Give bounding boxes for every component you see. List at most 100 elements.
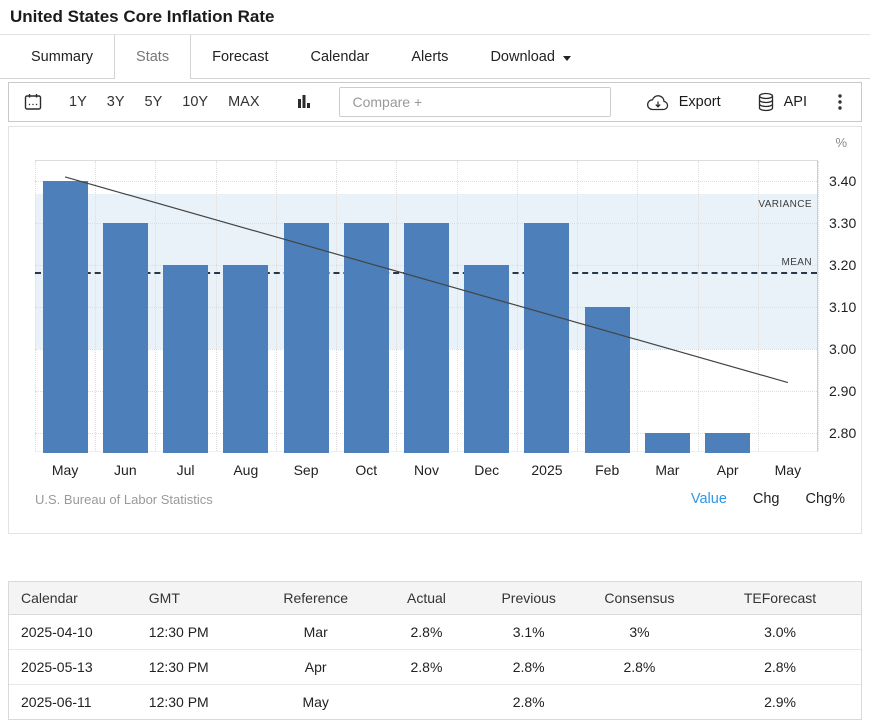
cell-teforecast: 3.0%	[699, 615, 861, 650]
cell-actual: 2.8%	[375, 615, 477, 650]
chart-footer: U.S. Bureau of Labor Statistics Value Chg…	[35, 491, 845, 507]
mean-label: MEAN	[782, 257, 813, 268]
page-title: United States Core Inflation Rate	[10, 7, 860, 27]
export-button[interactable]: Export	[646, 93, 721, 111]
x-axis-label-may: May	[52, 462, 78, 478]
tab-download[interactable]: Download	[469, 35, 592, 79]
chart-source-attribution: U.S. Bureau of Labor Statistics	[35, 492, 213, 507]
tab-calendar[interactable]: Calendar	[290, 35, 391, 79]
chart-plot-area[interactable]: 3.403.303.203.103.002.902.80VARIANCEMEAN…	[35, 160, 818, 452]
table-row[interactable]: 2025-04-1012:30 PMMar2.8%3.1%3%3.0%	[9, 615, 861, 650]
cell-consensus	[580, 685, 699, 720]
x-axis-label-apr: Apr	[717, 462, 739, 478]
cell-actual	[375, 685, 477, 720]
cell-calendar: 2025-04-10	[9, 615, 137, 650]
x-axis-label-aug: Aug	[233, 462, 258, 478]
x-axis-label-dec: Dec	[474, 462, 499, 478]
cell-previous: 2.8%	[478, 650, 580, 685]
chart-card: % 3.403.303.203.103.002.902.80VARIANCEME…	[8, 126, 862, 534]
x-axis-label-may: May	[775, 462, 801, 478]
tab-bar: Summary Stats Forecast Calendar Alerts Downlo…	[0, 35, 870, 79]
cell-reference: May	[256, 685, 375, 720]
chart-type-button[interactable]	[295, 93, 313, 111]
column-header-actual: Actual	[375, 582, 477, 615]
compare-input[interactable]	[339, 87, 611, 117]
api-label: API	[784, 94, 807, 110]
x-axis-label-sep: Sep	[294, 462, 319, 478]
x-axis-label-jul: Jul	[177, 462, 195, 478]
tab-label: Stats	[136, 49, 169, 65]
x-axis-label-nov: Nov	[414, 462, 439, 478]
cell-gmt: 12:30 PM	[137, 615, 256, 650]
api-button[interactable]: API	[757, 92, 807, 112]
cell-reference: Mar	[256, 615, 375, 650]
tab-stats[interactable]: Stats	[114, 35, 191, 79]
cell-reference: Apr	[256, 650, 375, 685]
table-row[interactable]: 2025-05-1312:30 PMApr2.8%2.8%2.8%2.8%	[9, 650, 861, 685]
x-axis-label-2025: 2025	[531, 462, 562, 478]
cell-calendar: 2025-05-13	[9, 650, 137, 685]
tab-summary[interactable]: Summary	[10, 35, 114, 79]
tab-alerts[interactable]: Alerts	[390, 35, 469, 79]
y-tick-label: 3.40	[829, 173, 856, 189]
range-button-5y[interactable]: 5Y	[141, 92, 167, 112]
mode-value[interactable]: Value	[691, 491, 727, 507]
cell-previous: 3.1%	[478, 615, 580, 650]
range-button-max[interactable]: MAX	[224, 92, 263, 112]
cell-gmt: 12:30 PM	[137, 650, 256, 685]
tab-forecast[interactable]: Forecast	[191, 35, 289, 79]
series-mode-switcher: Value Chg Chg%	[691, 491, 845, 507]
column-header-teforecast: TEForecast	[699, 582, 861, 615]
table-body: 2025-04-1012:30 PMMar2.8%3.1%3%3.0%2025-…	[9, 615, 861, 720]
cell-previous: 2.8%	[478, 685, 580, 720]
cell-teforecast: 2.8%	[699, 650, 861, 685]
export-label: Export	[679, 94, 721, 110]
column-header-consensus: Consensus	[580, 582, 699, 615]
cell-consensus: 3%	[580, 615, 699, 650]
calendar-table-card: CalendarGMTReferenceActualPreviousConsen…	[8, 581, 862, 720]
tab-label: Summary	[31, 49, 93, 65]
cell-calendar: 2025-06-11	[9, 685, 137, 720]
tab-label: Calendar	[311, 49, 370, 65]
tab-label: Alerts	[411, 49, 448, 65]
y-tick-label: 3.30	[829, 215, 856, 231]
bar-chart-icon	[295, 93, 313, 111]
variance-label: VARIANCE	[758, 199, 812, 210]
tab-label: Download	[490, 49, 555, 65]
trend-line	[35, 161, 818, 453]
cell-gmt: 12:30 PM	[137, 685, 256, 720]
column-header-gmt: GMT	[137, 582, 256, 615]
database-icon	[757, 92, 775, 112]
cell-teforecast: 2.9%	[699, 685, 861, 720]
table-header-row: CalendarGMTReferenceActualPreviousConsen…	[9, 582, 861, 615]
x-axis-label-oct: Oct	[355, 462, 377, 478]
tab-label: Forecast	[212, 49, 268, 65]
x-axis-label-feb: Feb	[595, 462, 619, 478]
y-tick-label: 2.90	[829, 383, 856, 399]
x-axis-label-jun: Jun	[114, 462, 137, 478]
mode-chg[interactable]: Chg	[753, 491, 780, 507]
column-header-calendar: Calendar	[9, 582, 137, 615]
range-button-10y[interactable]: 10Y	[178, 92, 212, 112]
x-axis-label-mar: Mar	[655, 462, 679, 478]
column-header-previous: Previous	[478, 582, 580, 615]
mode-chgpct[interactable]: Chg%	[806, 491, 846, 507]
chart-toolbar: 1Y 3Y 5Y 10Y MAX Export API	[8, 82, 862, 122]
calendar-table: CalendarGMTReferenceActualPreviousConsen…	[9, 582, 861, 719]
cell-actual: 2.8%	[375, 650, 477, 685]
range-button-1y[interactable]: 1Y	[65, 92, 91, 112]
range-button-3y[interactable]: 3Y	[103, 92, 129, 112]
v-gridline	[818, 161, 819, 451]
y-tick-label: 3.10	[829, 299, 856, 315]
date-range-calendar-button[interactable]	[23, 92, 43, 112]
caret-down-icon	[563, 56, 571, 61]
cloud-download-icon	[646, 93, 670, 111]
y-tick-label: 3.00	[829, 341, 856, 357]
range-selector: 1Y 3Y 5Y 10Y MAX	[65, 92, 263, 112]
more-options-button[interactable]	[837, 92, 843, 112]
cell-consensus: 2.8%	[580, 650, 699, 685]
table-row[interactable]: 2025-06-1112:30 PMMay 2.8% 2.9%	[9, 685, 861, 720]
y-axis-unit-label: %	[835, 135, 847, 150]
page-header: United States Core Inflation Rate	[0, 0, 870, 35]
column-header-reference: Reference	[256, 582, 375, 615]
